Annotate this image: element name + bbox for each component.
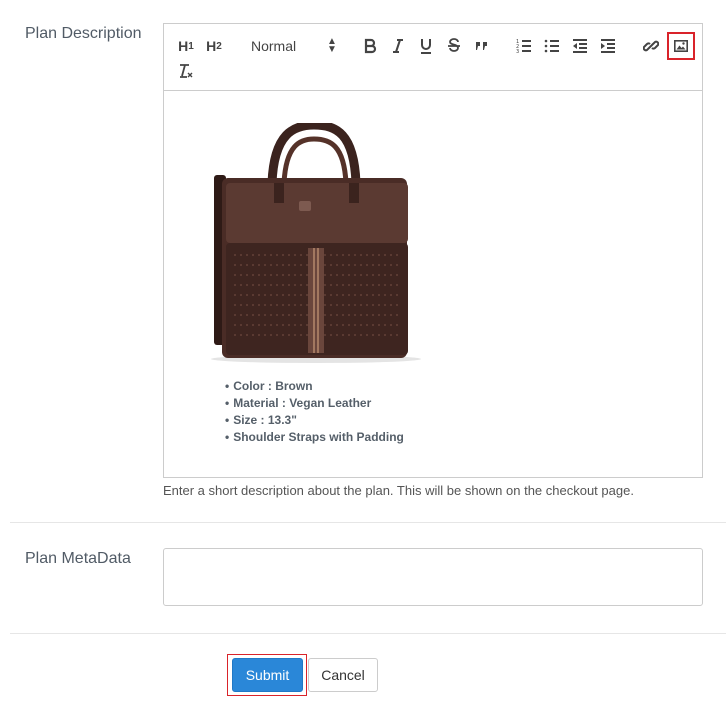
bullet-list-button[interactable] [543, 36, 561, 56]
submit-button[interactable]: Submit [232, 658, 303, 692]
plan-metadata-label: Plan MetaData [25, 550, 131, 567]
ordered-list-icon: 123 [516, 39, 531, 54]
description-help-text: Enter a short description about the plan… [163, 483, 634, 498]
italic-button[interactable] [389, 36, 407, 56]
image-icon [674, 40, 688, 52]
bullet-list-icon [544, 39, 559, 53]
clear-format-icon [180, 64, 193, 78]
list-item: Color : Brown [225, 378, 404, 395]
blockquote-button[interactable] [473, 36, 491, 56]
section-divider [10, 633, 726, 634]
format-select-value: Normal [251, 38, 297, 54]
bold-button[interactable] [361, 36, 379, 56]
outdent-button[interactable] [571, 36, 589, 56]
link-button[interactable] [642, 36, 660, 56]
section-divider [10, 522, 726, 523]
underline-button[interactable] [417, 36, 435, 56]
heading-2-button[interactable]: H2 [204, 36, 224, 56]
image-button[interactable] [667, 32, 695, 60]
list-item: Size : 13.3" [225, 412, 404, 429]
strike-button[interactable] [445, 36, 463, 56]
rich-text-editor[interactable]: H1 H2 Normal ▲ ▼ 123 • Color: Brown • M… [163, 23, 703, 478]
format-select[interactable]: Normal ▲ ▼ [251, 36, 337, 56]
bold-icon [364, 38, 377, 54]
outdent-icon [573, 39, 587, 53]
link-icon [643, 40, 659, 52]
blockquote-icon [476, 42, 487, 50]
clear-format-button[interactable] [176, 61, 194, 81]
svg-text:3: 3 [516, 49, 519, 54]
heading-1-button[interactable]: H1 [176, 36, 196, 56]
editor-content[interactable]: Color : Brown Material : Vegan Leather S… [164, 91, 702, 478]
strike-icon [448, 38, 460, 52]
feature-list: Color : Brown Material : Vegan Leather S… [225, 378, 404, 446]
list-item: Shoulder Straps with Padding [225, 429, 404, 446]
list-item: Material : Vegan Leather [225, 395, 404, 412]
cancel-button[interactable]: Cancel [308, 658, 378, 692]
plan-metadata-input[interactable] [163, 548, 703, 606]
product-bag-image [211, 123, 421, 363]
heading-2-level: 2 [216, 40, 222, 52]
ordered-list-button[interactable]: 123 [515, 36, 533, 56]
underline-icon [421, 39, 431, 54]
heading-1-level: 1 [188, 40, 194, 52]
indent-icon [601, 39, 615, 53]
select-arrows-icon: ▲ ▼ [327, 36, 337, 55]
italic-icon [393, 39, 403, 53]
indent-button[interactable] [599, 36, 617, 56]
plan-description-label: Plan Description [25, 25, 142, 42]
heading-1-letter: H [178, 38, 189, 54]
heading-2-letter: H [206, 38, 217, 54]
editor-toolbar: H1 H2 Normal ▲ ▼ 123 [164, 24, 702, 91]
